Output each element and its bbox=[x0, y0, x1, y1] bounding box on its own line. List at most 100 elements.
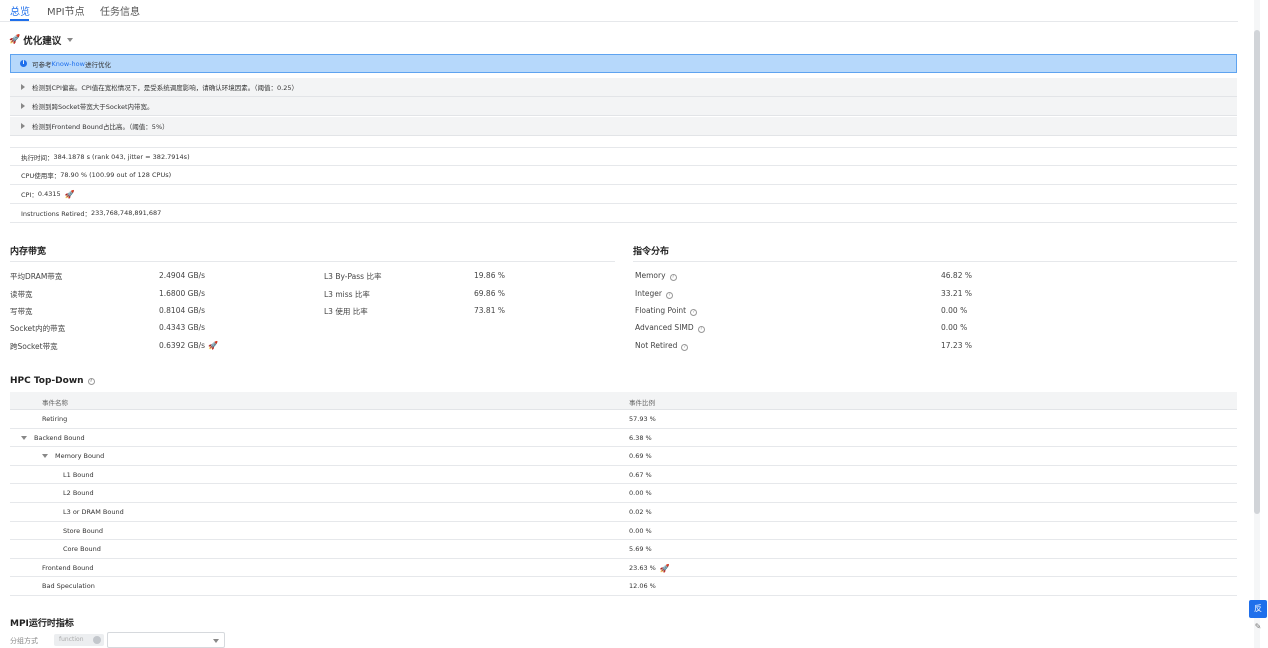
l3-value: 73.81 % bbox=[474, 306, 505, 315]
hpc-topdown-header: HPC Top-Down ? bbox=[10, 376, 95, 386]
instr-label: Floating Point bbox=[635, 306, 687, 315]
active-tab-indicator bbox=[10, 19, 29, 21]
rocket-icon: 🚀 bbox=[9, 35, 21, 45]
expand-arrow-icon bbox=[21, 103, 25, 109]
info-prefix: 可参考 bbox=[32, 60, 52, 69]
suggestion-item[interactable]: 检测到CPI偏高。CPI值在宽松情况下，是受系统调度影响，请确认环境因素。（阈值… bbox=[10, 78, 1237, 97]
metric-cpi: CPI： 0.4315 🚀 bbox=[10, 185, 1237, 204]
instr-label-row: Floating Point? bbox=[635, 306, 698, 316]
optimization-toggle[interactable]: 🚀 优化建议 bbox=[9, 33, 74, 47]
mem-bw-label: Socket内的带宽 bbox=[10, 324, 66, 333]
event-ratio: 57.93 % bbox=[629, 415, 656, 423]
instr-label: Memory bbox=[635, 271, 666, 280]
metric-value: 78.90 % (100.99 out of 128 CPUs) bbox=[60, 171, 172, 179]
column-header-event-ratio[interactable]: 事件比例 bbox=[629, 397, 655, 407]
event-ratio: 0.00 % bbox=[629, 526, 652, 535]
suggestion-item[interactable]: 检测到Frontend Bound占比高。（阈值：5%） bbox=[10, 117, 1237, 136]
metric-value: 233,768,748,891,687 bbox=[90, 209, 162, 217]
scrollbar-thumb[interactable] bbox=[1254, 30, 1260, 514]
table-row: Memory Bound 0.69 % bbox=[10, 447, 1237, 466]
l3-value: 69.86 % bbox=[474, 289, 505, 298]
table-row: L1 Bound 0.67 % bbox=[10, 466, 1237, 485]
event-name: L2 Bound bbox=[63, 489, 94, 498]
tab-task-info[interactable]: 任务信息 bbox=[100, 3, 140, 18]
l3-label: L3 miss 比率 bbox=[324, 290, 370, 299]
table-row: L2 Bound 0.00 % bbox=[10, 484, 1237, 503]
event-name: Frontend Bound bbox=[42, 563, 94, 572]
event-name: L1 Bound bbox=[63, 470, 94, 479]
tab-mpi-nodes[interactable]: MPI节点 bbox=[47, 3, 85, 18]
collapse-arrow-icon[interactable] bbox=[42, 454, 48, 459]
event-name-cell: Memory Bound bbox=[42, 452, 104, 460]
chevron-down-icon bbox=[213, 639, 219, 643]
table-row: Retiring 57.93 % bbox=[10, 410, 1237, 429]
help-icon[interactable]: ? bbox=[87, 377, 95, 385]
chevron-down-icon bbox=[67, 38, 74, 42]
edit-icon[interactable]: ✎ bbox=[1252, 622, 1264, 634]
instr-value: 46.82 % bbox=[941, 271, 972, 280]
close-icon[interactable] bbox=[93, 636, 101, 644]
mem-bw-value: 2.4904 GB/s bbox=[159, 271, 206, 280]
group-by-label: 分组方式 bbox=[10, 637, 38, 645]
metric-label: 执行时间： bbox=[21, 153, 54, 162]
suggestion-item[interactable]: 检测到跨Socket带宽大于Socket内带宽。 bbox=[10, 97, 1237, 116]
table-row: L3 or DRAM Bound 0.02 % bbox=[10, 503, 1237, 522]
metric-label: Instructions Retired： bbox=[21, 210, 91, 218]
mem-bw-value: 0.4343 GB/s bbox=[159, 323, 206, 332]
instr-value: 33.21 % bbox=[941, 289, 972, 298]
event-name: Retiring bbox=[42, 415, 68, 423]
l3-value: 19.86 % bbox=[474, 271, 505, 280]
metric-label: CPI： bbox=[21, 191, 38, 199]
instr-value: 0.00 % bbox=[941, 323, 968, 332]
know-how-link[interactable]: Know-how bbox=[52, 60, 85, 68]
mem-bw-value-flagged: 0.6392 GB/s 🚀 bbox=[159, 341, 218, 350]
table-header: 事件名称 事件比例 bbox=[10, 392, 1237, 410]
event-name: Backend Bound bbox=[34, 433, 85, 442]
info-alert: i 可参考 Know-how 进行优化 bbox=[10, 54, 1237, 73]
mpi-metrics-title: MPI运行时指标 bbox=[10, 619, 74, 629]
event-ratio: 0.67 % bbox=[629, 470, 652, 479]
group-by-tag-label: function bbox=[59, 636, 84, 643]
help-icon[interactable]: ? bbox=[669, 274, 677, 281]
info-suffix: 进行优化 bbox=[84, 60, 111, 69]
tab-bar: 总览 MPI节点 任务信息 bbox=[0, 0, 1238, 22]
divider bbox=[633, 261, 1237, 262]
event-ratio: 0.69 % bbox=[629, 452, 652, 461]
optimization-title: 优化建议 bbox=[23, 36, 62, 47]
rocket-icon: 🚀 bbox=[208, 341, 218, 350]
instr-label: Not Retired bbox=[635, 341, 678, 350]
event-name: L3 or DRAM Bound bbox=[63, 507, 124, 516]
instruction-distribution-title: 指令分布 bbox=[633, 247, 670, 257]
event-ratio: 0.02 % bbox=[629, 507, 652, 516]
event-ratio: 23.63 % bbox=[629, 564, 656, 573]
instr-label-row: Not Retired? bbox=[635, 341, 689, 351]
event-ratio-cell: 23.63 % 🚀 bbox=[629, 564, 670, 573]
metric-cpu-usage: CPU使用率： 78.90 % (100.99 out of 128 CPUs) bbox=[10, 166, 1237, 185]
help-icon[interactable]: ? bbox=[697, 326, 705, 333]
feedback-button[interactable]: 反 bbox=[1249, 600, 1267, 618]
mem-bw-label: 跨Socket带宽 bbox=[10, 342, 58, 351]
group-by-select[interactable] bbox=[107, 632, 225, 648]
tab-overview[interactable]: 总览 bbox=[10, 3, 30, 18]
event-ratio: 6.38 % bbox=[629, 433, 652, 442]
group-by-tag[interactable]: function bbox=[54, 634, 104, 646]
memory-bandwidth-title: 内存带宽 bbox=[10, 247, 47, 257]
help-icon[interactable]: ? bbox=[690, 309, 698, 316]
table-row: Backend Bound 6.38 % bbox=[10, 429, 1237, 448]
table-row: Bad Speculation 12.06 % bbox=[10, 577, 1237, 596]
collapse-arrow-icon[interactable] bbox=[21, 435, 27, 440]
instr-value: 17.23 % bbox=[941, 341, 972, 350]
help-icon[interactable]: ? bbox=[681, 344, 689, 351]
instr-value: 0.00 % bbox=[941, 306, 968, 315]
topdown-table: 事件名称 事件比例 Retiring 57.93 % Backend Bound… bbox=[10, 392, 1237, 596]
mem-bw-value: 0.8104 GB/s bbox=[159, 306, 206, 315]
expand-arrow-icon bbox=[21, 123, 25, 129]
instr-label: Integer bbox=[635, 289, 662, 298]
table-row: Store Bound 0.00 % bbox=[10, 522, 1237, 541]
event-name: Memory Bound bbox=[55, 452, 105, 461]
instr-label-row: Integer? bbox=[635, 289, 673, 299]
mem-bw-label: 平均DRAM带宽 bbox=[10, 272, 63, 281]
info-icon: i bbox=[20, 60, 27, 67]
column-header-event-name[interactable]: 事件名称 bbox=[42, 397, 68, 407]
help-icon[interactable]: ? bbox=[665, 292, 673, 299]
